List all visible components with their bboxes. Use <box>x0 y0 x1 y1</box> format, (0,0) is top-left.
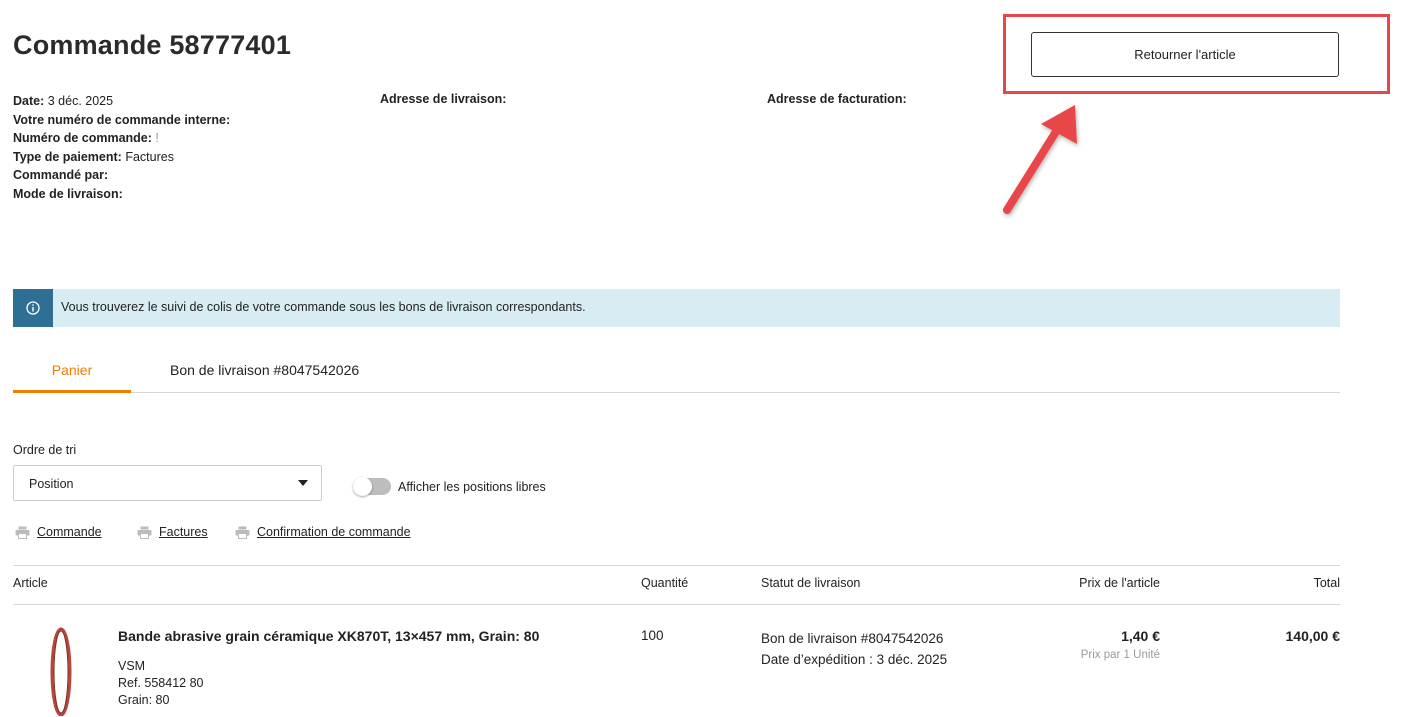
highlight-box <box>1003 14 1390 94</box>
shipping-address-label: Adresse de livraison: <box>380 92 507 106</box>
tabs-divider <box>13 392 1340 393</box>
internal-order-number: Votre numéro de commande interne: <box>13 112 231 127</box>
print-confirmation-link[interactable]: Confirmation de commande <box>235 525 411 539</box>
header-status: Statut de livraison <box>761 576 861 590</box>
header-price: Prix de l'article <box>1079 576 1160 590</box>
header-article: Article <box>13 576 48 590</box>
printer-icon <box>235 526 250 539</box>
product-name[interactable]: Bande abrasive grain céramique XK870T, 1… <box>118 628 539 644</box>
delivery-mode: Mode de livraison: <box>13 186 123 201</box>
print-invoices-link[interactable]: Factures <box>137 525 208 539</box>
sort-selected-value: Position <box>29 477 74 491</box>
delivery-note-number: Bon de livraison #8047542026 <box>761 631 944 646</box>
payment-type: Type de paiement: Factures <box>13 149 174 164</box>
delivery-status: Bon de livraison #8047542026 Date d’expé… <box>761 628 947 670</box>
billing-address-label: Adresse de facturation: <box>767 92 907 106</box>
shipping-date: Date d’expédition : 3 déc. 2025 <box>761 652 948 667</box>
order-details: Date: 3 déc. 2025 Votre numéro de comman… <box>13 92 230 203</box>
row-total: 140,00 € <box>1285 628 1341 644</box>
table-top-divider <box>13 565 1340 566</box>
printer-icon <box>137 526 152 539</box>
product-ref: Ref. 558412 80 <box>118 676 204 690</box>
info-icon <box>13 289 53 327</box>
sort-label: Ordre de tri <box>13 443 77 457</box>
print-order-link[interactable]: Commande <box>15 525 102 539</box>
page-title: Commande 58777401 <box>13 30 292 60</box>
product-image[interactable] <box>48 622 74 716</box>
order-date: Date: 3 déc. 2025 <box>13 94 114 108</box>
order-number: Numéro de commande: ! <box>13 131 159 145</box>
tab-delivery-note[interactable]: Bon de livraison #8047542026 <box>170 362 359 378</box>
header-total: Total <box>1313 576 1340 590</box>
ordered-by: Commandé par: <box>13 168 109 182</box>
free-positions-toggle[interactable] <box>353 477 391 496</box>
free-positions-label: Afficher les positions libres <box>398 480 546 494</box>
tracking-info-banner: Vous trouverez le suivi de colis de votr… <box>13 289 1340 327</box>
unit-price: 1,40 € <box>1121 628 1160 644</box>
product-brand: VSM <box>118 659 146 673</box>
sort-select[interactable]: Position <box>13 465 322 501</box>
printer-icon <box>15 526 30 539</box>
toggle-knob <box>353 477 372 496</box>
product-meta: VSM Ref. 558412 80 Grain: 80 <box>118 658 204 709</box>
chevron-down-icon <box>298 480 308 486</box>
product-quantity: 100 <box>641 628 664 643</box>
header-quantity: Quantité <box>641 576 689 590</box>
product-grain: Grain: 80 <box>118 693 170 707</box>
annotation-arrow-icon <box>1003 105 1077 214</box>
banner-text: Vous trouverez le suivi de colis de votr… <box>61 300 586 314</box>
price-per-unit: Prix par 1 Unité <box>1080 649 1160 661</box>
table-header-divider <box>13 604 1340 605</box>
tab-panier[interactable]: Panier <box>13 362 131 378</box>
active-tab-indicator <box>13 390 131 393</box>
